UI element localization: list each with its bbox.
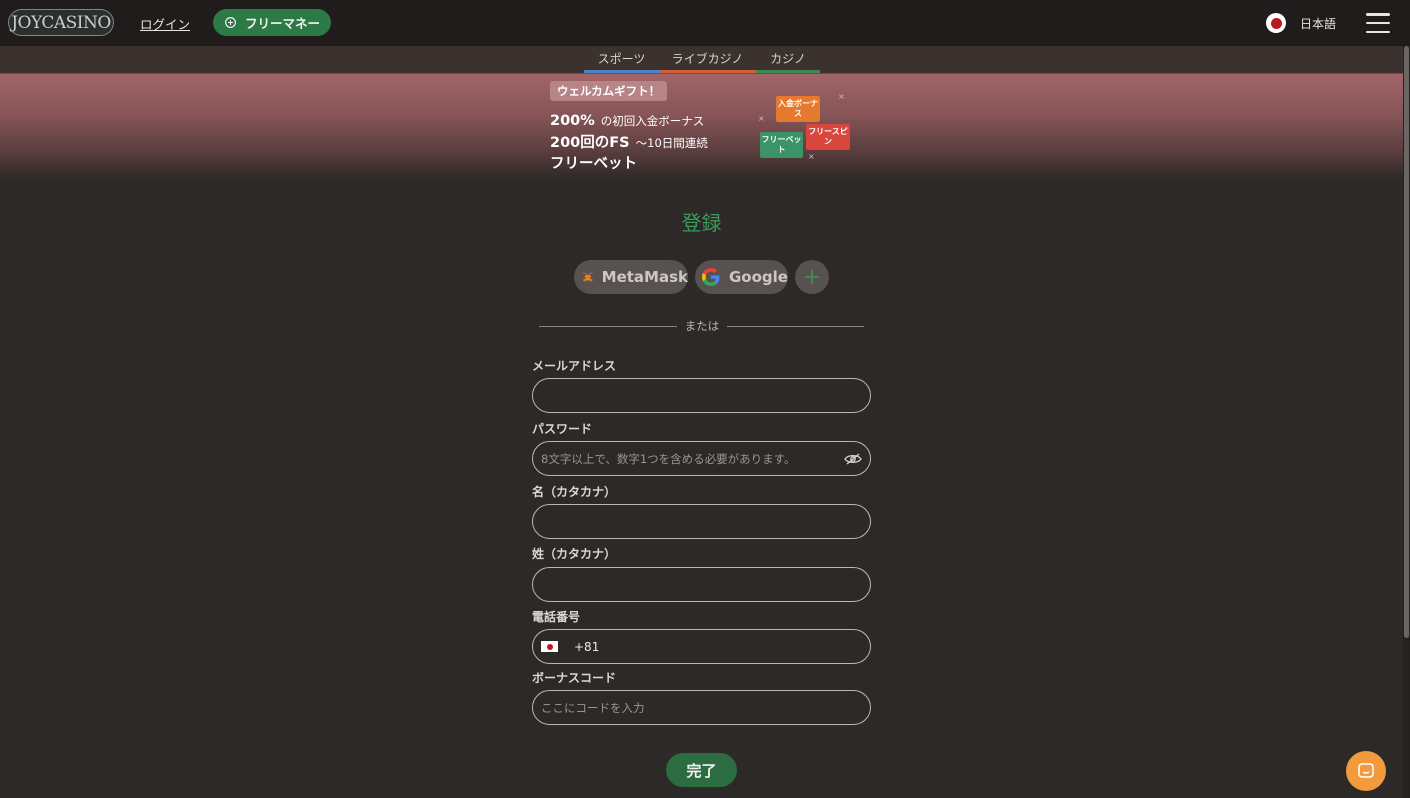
tag-free-spin: フリースピン [806, 124, 850, 150]
gift-icon [225, 17, 236, 28]
email-field[interactable] [541, 388, 862, 403]
tab-casino[interactable]: カジノ [756, 46, 820, 73]
divider-right [727, 326, 864, 327]
password-field[interactable] [541, 451, 844, 466]
country-code: +81 [574, 639, 600, 654]
first-name-field[interactable] [541, 514, 862, 529]
sparkle-icon: × [838, 92, 845, 101]
promo-fs-days: ～10日間連続 [635, 136, 708, 150]
metamask-label: MetaMask [601, 268, 688, 286]
more-providers-button[interactable]: + [795, 260, 829, 294]
promo-line-deposit: 200% の初回入金ボーナス [550, 110, 704, 129]
sparkle-icon: × [808, 152, 815, 161]
bonus-code-field-wrapper [532, 690, 871, 725]
google-button[interactable]: Google [695, 260, 788, 294]
last-name-field-wrapper [532, 567, 871, 602]
nav-tabs: スポーツ ライブカジノ カジノ [584, 46, 820, 73]
google-label: Google [729, 268, 788, 286]
language-selector[interactable]: 日本語 [1266, 13, 1336, 33]
scrollbar[interactable] [1403, 46, 1410, 798]
tab-live-casino[interactable]: ライブカジノ [659, 46, 756, 73]
promo-fs: 200回のFS [550, 135, 630, 151]
last-name-field[interactable] [541, 577, 862, 592]
chat-button[interactable] [1346, 751, 1386, 791]
divider-or: または [684, 319, 720, 333]
phone-label: 電話番号 [532, 610, 581, 624]
first-name-field-wrapper [532, 504, 871, 539]
sparkle-icon: × [758, 114, 765, 123]
tag-free-bet: フリーベット [760, 132, 803, 158]
password-field-wrapper [532, 441, 871, 476]
scrollbar-thumb[interactable] [1404, 46, 1409, 638]
promo-line-fs: 200回のFS ～10日間連続 [550, 131, 708, 152]
tag-deposit-bonus: 入金ボーナス [776, 96, 820, 122]
email-field-wrapper [532, 378, 871, 413]
hide-password-icon[interactable] [844, 453, 862, 465]
password-label: パスワード [532, 422, 593, 436]
phone-field-wrapper: +81 [532, 629, 871, 664]
language-label: 日本語 [1300, 16, 1337, 31]
chat-icon [1358, 763, 1374, 778]
email-label: メールアドレス [532, 359, 617, 373]
free-money-button[interactable]: フリーマネー [213, 9, 331, 36]
divider-left [539, 326, 677, 327]
last-name-label: 姓（カタカナ） [532, 547, 617, 561]
promo-percent: 200% [550, 113, 595, 129]
bonus-code-label: ボーナスコード [532, 671, 617, 685]
metamask-fox-icon [582, 272, 594, 282]
tab-sports[interactable]: スポーツ [584, 46, 659, 73]
logo-text: JOYCASINO [11, 12, 111, 33]
phone-field[interactable] [603, 639, 862, 654]
page: JOYCASINO ログイン フリーマネー 日本語 スポーツ ライブカジノ カジ… [0, 0, 1410, 798]
submit-button[interactable]: 完了 [666, 753, 737, 787]
login-link[interactable]: ログイン [140, 14, 190, 33]
metamask-button[interactable]: MetaMask [574, 260, 688, 294]
first-name-label: 名（カタカナ） [532, 485, 617, 499]
menu-icon[interactable] [1366, 13, 1390, 33]
japan-flag-icon [1266, 13, 1286, 33]
promo-line-freebet: フリーベット [550, 156, 637, 172]
japan-flag-icon[interactable] [541, 641, 558, 652]
free-money-label: フリーマネー [244, 16, 320, 31]
promo-illustration: × × × 入金ボーナス フリースピン フリーベット [756, 88, 856, 168]
logo[interactable]: JOYCASINO [8, 9, 114, 36]
google-icon [702, 268, 720, 286]
bonus-code-field[interactable] [541, 700, 862, 715]
page-title: 登録 [681, 211, 722, 235]
welcome-gift-chip: ウェルカムギフト！ [550, 81, 668, 101]
plus-icon: + [802, 264, 822, 290]
promo-deposit-text: の初回入金ボーナス [600, 114, 705, 128]
top-bar: JOYCASINO ログイン フリーマネー 日本語 [0, 0, 1410, 46]
